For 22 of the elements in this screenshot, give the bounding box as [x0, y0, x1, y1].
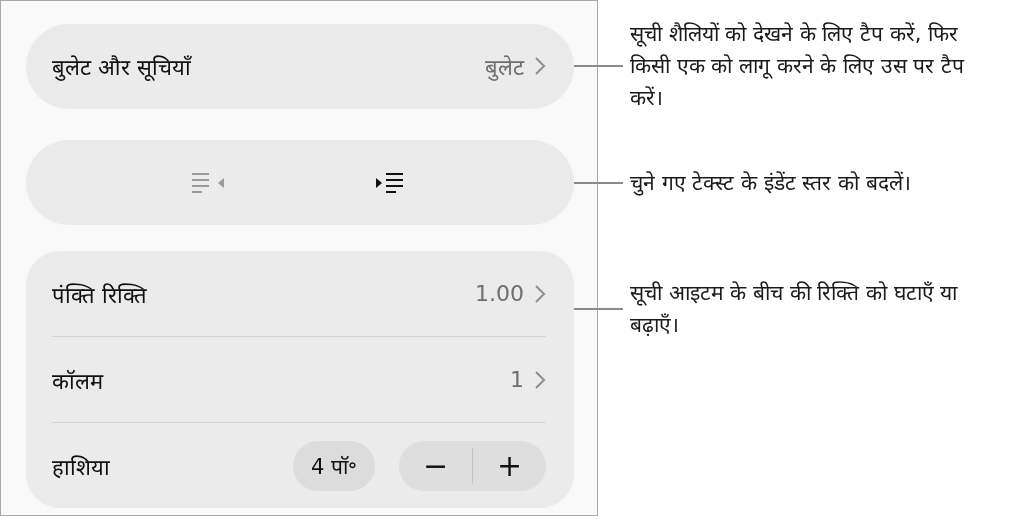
- decrease-button[interactable]: −: [399, 440, 472, 491]
- value-field[interactable]: 4 पॉ॰: [292, 440, 375, 491]
- row-label: बुलेट और सूचियाँ: [52, 54, 193, 81]
- callout-text: सूची आइटम के बीच की रिक्ति को घटाएँ या बढ़ाएँ।: [630, 280, 959, 339]
- row-label: कॉलम: [52, 367, 105, 395]
- chevron-right-icon: [534, 369, 546, 390]
- leader-line: [574, 181, 623, 184]
- row-value: 1: [510, 367, 524, 392]
- settings-row[interactable]: कॉलम 1: [26, 337, 574, 422]
- leader-line: [574, 65, 623, 67]
- row-label: हाशिया: [52, 453, 111, 481]
- increase-button[interactable]: +: [473, 440, 546, 491]
- settings-row[interactable]: पंक्ति रिक्ति 1.00: [26, 251, 574, 336]
- row-label: पंक्ति रिक्ति: [52, 281, 148, 309]
- chevron-right-icon: [534, 283, 546, 304]
- chevron-right-icon: [534, 56, 546, 76]
- leader-line: [574, 308, 623, 310]
- callout-text: चुने गए टेक्स्ट के इंडेंट स्तर को बदलें।: [630, 169, 912, 198]
- row-value: 1.00: [475, 281, 524, 306]
- row-value: बुलेट: [485, 54, 524, 81]
- settings-row[interactable]: बुलेट और सूचियाँ बुलेट: [26, 23, 574, 109]
- callout-text: सूची शैलियों को देखने के लिए टैप करें, फिर किसी एक को लागू करने के लिए उस पर टैप करें।: [630, 21, 966, 112]
